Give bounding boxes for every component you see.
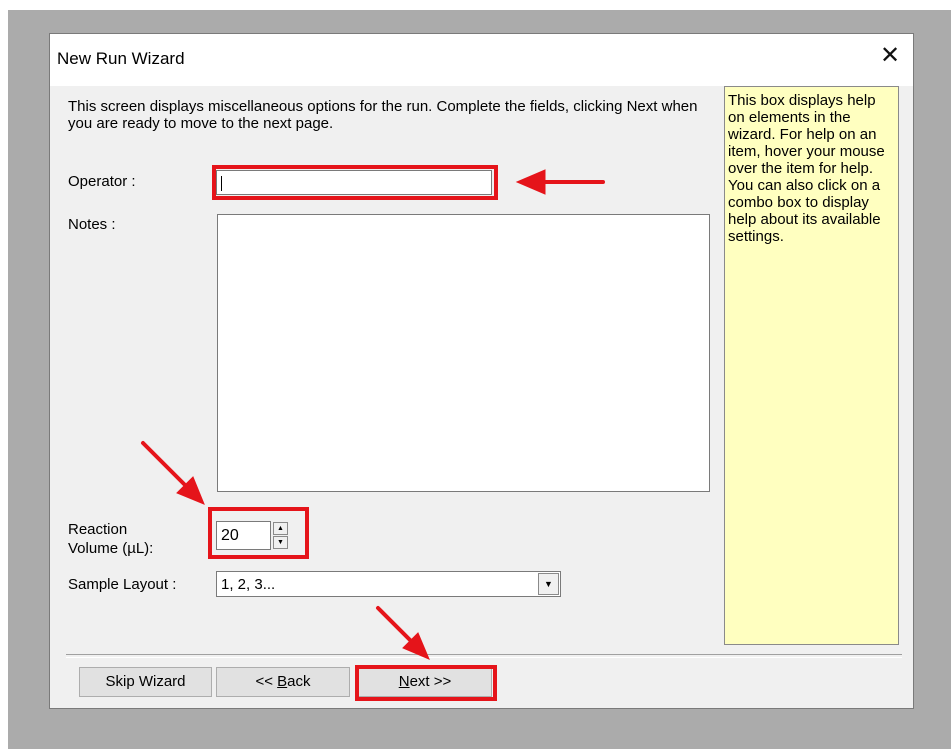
back-button[interactable]: << Back: [216, 667, 350, 697]
back-mnemonic: B: [277, 673, 288, 690]
intro-text: This screen displays miscellaneous optio…: [68, 98, 698, 132]
sample-layout-dropdown-button[interactable]: ▼: [538, 573, 559, 595]
operator-input[interactable]: [216, 170, 492, 195]
spin-down-button[interactable]: ▼: [273, 536, 288, 549]
new-run-wizard-dialog: New Run Wizard ✕ This screen displays mi…: [49, 33, 914, 709]
reaction-volume-label-line2: Volume (µL):: [68, 540, 154, 557]
skip-wizard-label: Skip Wizard: [105, 673, 186, 690]
reaction-volume-input[interactable]: [216, 521, 271, 550]
skip-wizard-button[interactable]: Skip Wizard: [79, 667, 212, 697]
sample-layout-value: 1, 2, 3...: [221, 576, 276, 593]
chevron-down-icon: ▼: [544, 579, 553, 589]
next-rest: ext >>: [409, 673, 452, 690]
close-button[interactable]: ✕: [867, 34, 913, 80]
reaction-volume-stepper: ▲ ▼: [273, 521, 298, 550]
next-mnemonic: N: [398, 673, 410, 690]
title-bar: New Run Wizard ✕: [50, 34, 913, 86]
notes-label: Notes :: [68, 216, 116, 233]
back-prefix: <<: [255, 673, 278, 690]
spin-up-button[interactable]: ▲: [273, 522, 288, 535]
spin-up-icon: ▲: [277, 525, 284, 532]
button-separator: [66, 654, 902, 658]
sample-layout-label: Sample Layout :: [68, 576, 177, 593]
spin-down-icon: ▼: [277, 539, 284, 546]
next-button[interactable]: Next >>: [358, 667, 492, 697]
notes-textarea[interactable]: [217, 214, 710, 492]
close-icon: ✕: [879, 42, 901, 69]
text-caret: [221, 176, 222, 191]
help-panel: This box displays help on elements in th…: [724, 86, 899, 645]
operator-label: Operator :: [68, 173, 136, 190]
sample-layout-combobox[interactable]: 1, 2, 3... ▼: [216, 571, 561, 597]
back-rest: ack: [287, 673, 311, 690]
window-title: New Run Wizard: [57, 49, 185, 68]
reaction-volume-label-line1: Reaction: [68, 521, 128, 538]
